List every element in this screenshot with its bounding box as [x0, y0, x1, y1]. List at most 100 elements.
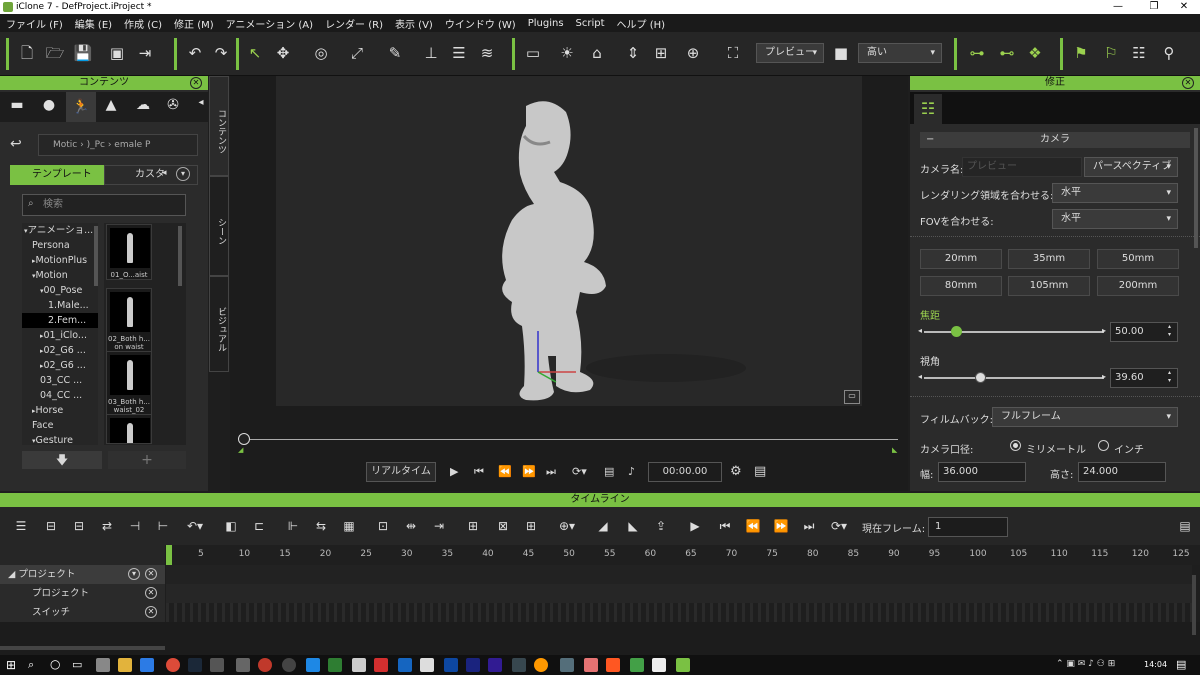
move-icon[interactable]: ✥ — [272, 42, 294, 64]
export-icon[interactable]: ⇥ — [134, 42, 156, 64]
track-list-icon[interactable]: ☰ — [12, 517, 30, 535]
fit-range-icon[interactable]: ⊡ — [374, 517, 392, 535]
radio-millimeter[interactable] — [1010, 440, 1021, 451]
fit-all-icon[interactable]: ⊞ — [650, 42, 672, 64]
store-icon[interactable] — [96, 658, 110, 672]
menu-item[interactable]: Plugins — [522, 18, 570, 29]
stage-icon[interactable]: ▲ — [100, 97, 122, 117]
expand-range-icon[interactable]: ⇹ — [402, 517, 420, 535]
split-icon[interactable]: ◧ — [222, 517, 240, 535]
focal-length-slider-handle[interactable] — [951, 326, 963, 337]
app-icon[interactable] — [652, 658, 666, 672]
tree-item[interactable]: 2.Fem... — [22, 313, 98, 328]
realtime-button[interactable]: リアルタイム — [366, 462, 436, 482]
select-arrow-icon[interactable]: ↖ — [244, 42, 266, 64]
3d-viewport[interactable]: ▭ — [276, 76, 862, 406]
minimize-button[interactable]: — — [1100, 0, 1136, 14]
search-icon[interactable]: ⌕ — [28, 658, 34, 672]
render-area-select[interactable]: 水平 — [1052, 183, 1178, 203]
menu-item[interactable]: 編集 (E) — [69, 16, 118, 31]
close-icon[interactable]: ✕ — [1182, 77, 1194, 89]
tray-icons[interactable]: ⌃ ▣ ✉ ♪ ⚇ ⊞ — [1056, 659, 1115, 669]
lens-105mm-button[interactable]: 105mm — [1008, 276, 1090, 296]
play-icon[interactable]: ▶ — [450, 465, 458, 478]
tab-visual-vertical[interactable]: ビジュアル — [209, 276, 229, 372]
prev-frame-icon[interactable]: ⏪ — [744, 517, 762, 535]
app-icon[interactable] — [352, 658, 366, 672]
next-frame-icon[interactable]: ⏩ — [772, 517, 790, 535]
menu-item[interactable]: 作成 (C) — [118, 16, 168, 31]
app-icon[interactable] — [534, 658, 548, 672]
key-filter-icon[interactable]: ⊟ — [42, 517, 60, 535]
scale-icon[interactable]: ⤢ — [346, 42, 368, 64]
edit-motion-icon[interactable]: ✎ — [384, 42, 406, 64]
menu-item[interactable]: ウインドウ (W) — [439, 16, 522, 31]
lens-20mm-button[interactable]: 20mm — [920, 249, 1002, 269]
track-label[interactable]: スイッチ — [0, 603, 165, 622]
camera-icon[interactable]: ■ — [830, 42, 852, 64]
open-folder-icon[interactable]: 🗁 — [44, 42, 66, 64]
tree-item[interactable]: ▾Gesture — [22, 433, 98, 445]
lens-200mm-button[interactable]: 200mm — [1097, 276, 1179, 296]
modify-sliders-icon[interactable]: ☷ — [914, 94, 942, 124]
tree-item[interactable]: 1.Male... — [22, 298, 98, 313]
track-lane[interactable] — [166, 584, 1192, 603]
thumbnail-item[interactable]: 02_Both h... on waist — [106, 288, 152, 352]
lens-80mm-button[interactable]: 80mm — [920, 276, 1002, 296]
loop-clip-icon[interactable]: ⇆ — [312, 517, 330, 535]
rotate-icon[interactable]: ◎ — [310, 42, 332, 64]
go-start-icon[interactable]: ⏮ — [716, 517, 734, 535]
go-end-icon[interactable]: ⏭ — [800, 517, 818, 535]
flatten-icon[interactable]: ⊏ — [250, 517, 268, 535]
explorer-icon[interactable] — [118, 658, 132, 672]
tree-item[interactable]: ▸Horse — [22, 403, 98, 418]
remove-key-icon[interactable]: ⊢ — [154, 517, 172, 535]
app-icon[interactable] — [630, 658, 644, 672]
steam-icon[interactable] — [188, 658, 202, 672]
height-input[interactable]: 24.000 — [1078, 462, 1166, 482]
lens-50mm-button[interactable]: 50mm — [1097, 249, 1179, 269]
app-icon[interactable] — [236, 658, 250, 672]
timeline-options-icon[interactable]: ▤ — [1176, 517, 1194, 535]
tree-scrollbar[interactable] — [94, 226, 98, 286]
preview-camera-select[interactable]: プレビュー — [756, 43, 824, 63]
width-input[interactable]: 36.000 — [938, 462, 1026, 482]
group-icon[interactable]: ❖ — [1024, 42, 1046, 64]
sync-icon[interactable]: ⇄ — [98, 517, 116, 535]
menu-item[interactable]: 修正 (M) — [168, 16, 220, 31]
thumbnail-scrollbar[interactable] — [178, 226, 182, 286]
tree-item[interactable]: Persona — [22, 238, 98, 253]
go-end-icon[interactable]: ⏭ — [546, 465, 556, 479]
light-icon[interactable]: ☀ — [556, 42, 578, 64]
photoshop-icon[interactable] — [466, 658, 480, 672]
menu-item[interactable]: レンダー (R) — [319, 16, 389, 31]
app-icon[interactable] — [258, 658, 272, 672]
current-frame-input[interactable]: 1 — [928, 517, 1008, 537]
app-icon[interactable] — [374, 658, 388, 672]
app-icon[interactable] — [210, 658, 224, 672]
music-note-icon[interactable]: ♪ — [628, 465, 635, 478]
app-icon[interactable] — [560, 658, 574, 672]
apply-down-button[interactable]: 🡇 — [22, 451, 102, 469]
clip-icon[interactable]: ▦ — [340, 517, 358, 535]
track-options-icon[interactable]: ▾ — [128, 568, 140, 580]
hide-icon[interactable]: ≋ — [476, 42, 498, 64]
layout-icon[interactable]: ▭ — [522, 42, 544, 64]
clock[interactable]: 14:04 — [1144, 660, 1167, 669]
menu-item[interactable]: ヘルプ (H) — [611, 16, 672, 31]
play-icon[interactable]: ▶ — [686, 517, 704, 535]
chrome-icon[interactable] — [166, 658, 180, 672]
frame-icon[interactable]: ⛶ — [722, 42, 744, 64]
distribute-icon[interactable]: ☰ — [448, 42, 470, 64]
app-icon[interactable] — [398, 658, 412, 672]
prev-frame-icon[interactable]: ⏪ — [498, 465, 512, 478]
go-start-icon[interactable]: ⏮ — [474, 465, 484, 479]
expand-icon[interactable]: ◢ — [8, 569, 18, 580]
back-icon[interactable]: ↩ — [10, 136, 22, 152]
range-start-marker[interactable]: ◢ — [238, 446, 243, 454]
viewport-info-icon[interactable]: ▭ — [844, 390, 860, 404]
iclone-taskbar-icon[interactable] — [676, 658, 690, 672]
next-frame-icon[interactable]: ⏩ — [522, 465, 536, 478]
ik-icon[interactable]: ⚑ — [1070, 42, 1092, 64]
tab-scroll-left-icon[interactable]: ◂ — [162, 168, 167, 178]
